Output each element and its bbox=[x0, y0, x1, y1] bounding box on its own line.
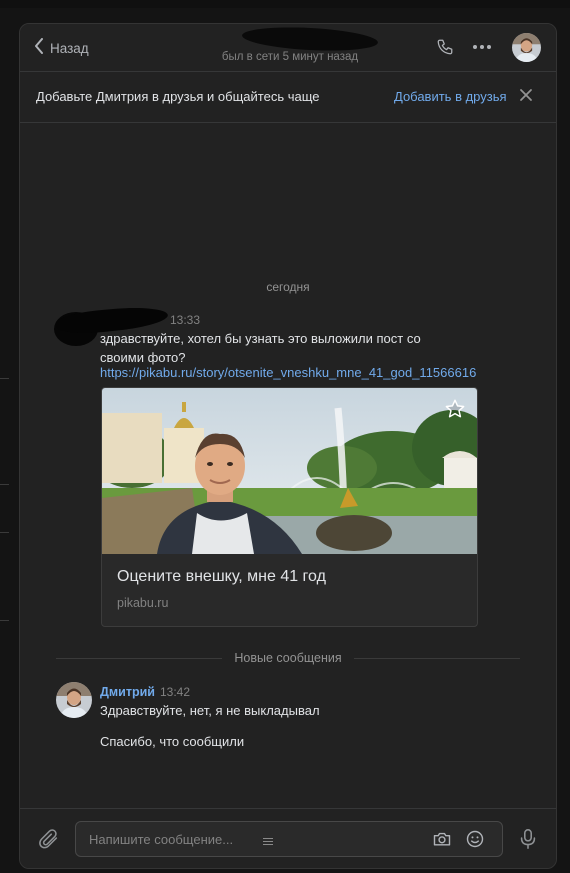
paperclip-icon[interactable] bbox=[38, 828, 60, 855]
add-friend-banner: Добавьте Дмитрия в друзья и общайтесь ча… bbox=[20, 72, 556, 123]
camera-icon[interactable] bbox=[432, 829, 452, 854]
contact-avatar[interactable] bbox=[512, 33, 541, 62]
banner-text: Добавьте Дмитрия в друзья и общайтесь ча… bbox=[36, 89, 320, 104]
sender-name[interactable]: Дмитрий bbox=[100, 685, 155, 699]
chat-window: Назад был в сети 5 минут назад Добавьте … bbox=[19, 23, 557, 869]
message-text: Здравствуйте, нет, я не выкладывал bbox=[100, 703, 320, 718]
message-time: 13:42 bbox=[160, 685, 191, 699]
phone-icon[interactable] bbox=[436, 38, 454, 61]
add-friend-button[interactable]: Добавить в друзья bbox=[394, 89, 507, 104]
chat-title[interactable]: был в сети 5 минут назад bbox=[170, 24, 410, 63]
top-strip bbox=[0, 0, 570, 8]
sender-avatar[interactable] bbox=[56, 682, 92, 718]
message-text: здравствуйте, хотел бы узнать это выложи… bbox=[100, 331, 421, 365]
message-text: Спасибо, что сообщили bbox=[100, 734, 245, 749]
message-input[interactable]: Напишите сообщение... bbox=[75, 821, 503, 857]
new-messages-separator: Новые сообщения bbox=[234, 651, 342, 665]
link-preview-image bbox=[102, 388, 477, 554]
more-dots-icon[interactable] bbox=[472, 37, 492, 62]
card-title: Оцените внешку, мне 41 год bbox=[117, 568, 326, 585]
message-composer: Напишите сообщение... bbox=[20, 808, 556, 868]
redacted-contact-name bbox=[241, 24, 379, 54]
microphone-icon[interactable] bbox=[518, 828, 538, 855]
card-domain: pikabu.ru bbox=[117, 596, 169, 610]
resize-handle[interactable] bbox=[263, 838, 273, 847]
chevron-left-icon bbox=[34, 38, 44, 59]
date-separator: сегодня bbox=[266, 280, 310, 294]
online-status: был в сети 5 минут назад bbox=[221, 51, 359, 63]
link-preview-card[interactable]: Оцените внешку, мне 41 год pikabu.ru bbox=[101, 387, 478, 627]
message-link[interactable]: https://pikabu.ru/story/otsenite_vneshku… bbox=[100, 365, 476, 380]
close-icon[interactable] bbox=[519, 88, 533, 107]
back-button[interactable]: Назад bbox=[34, 38, 89, 59]
chat-header: Назад был в сети 5 минут назад bbox=[20, 24, 556, 72]
back-label: Назад bbox=[50, 41, 89, 56]
star-icon[interactable] bbox=[444, 398, 466, 425]
smile-icon[interactable] bbox=[465, 829, 485, 854]
message-input-placeholder: Напишите сообщение... bbox=[89, 832, 234, 847]
message-time: 13:33 bbox=[170, 313, 201, 327]
